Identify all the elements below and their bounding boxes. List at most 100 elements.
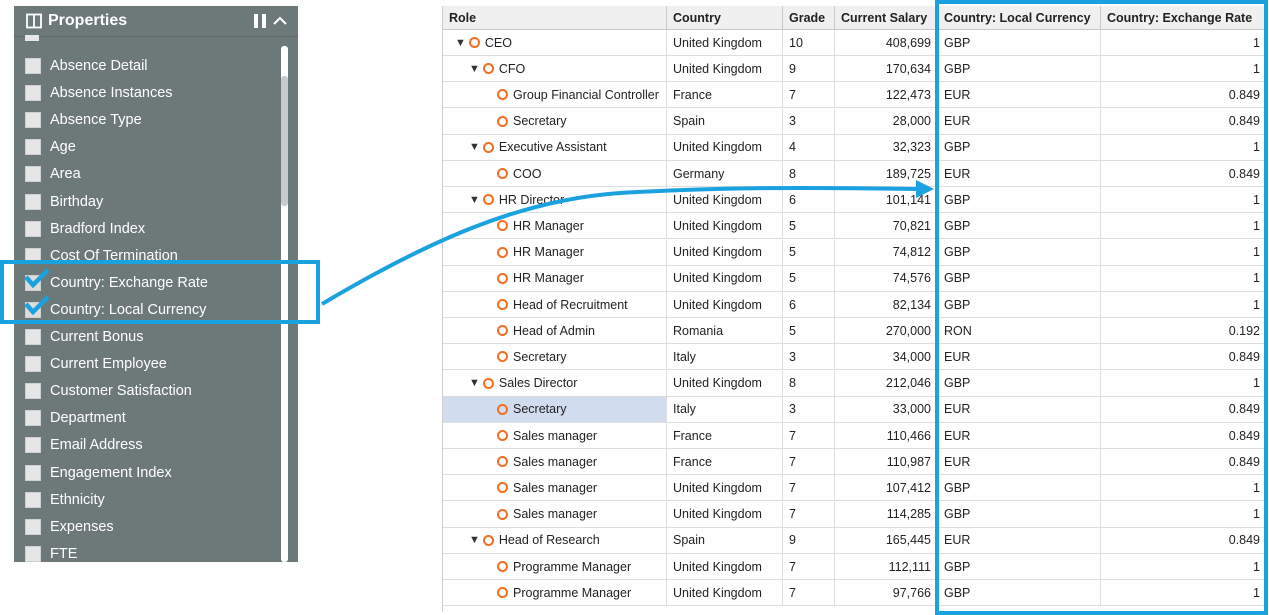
cell-role[interactable]: Sales manager <box>443 501 667 528</box>
cell-grade[interactable]: 5 <box>783 318 835 345</box>
header-exchange-rate[interactable]: Country: Exchange Rate <box>1101 6 1267 30</box>
cell-role[interactable]: Sales manager <box>443 423 667 449</box>
cell-grade[interactable]: 5 <box>783 265 835 292</box>
cell-currency[interactable]: GBP <box>938 501 1101 528</box>
cell-country[interactable]: Romania <box>667 318 783 345</box>
cell-country[interactable]: United Kingdom <box>667 265 783 292</box>
cell-country[interactable]: Germany <box>667 161 783 187</box>
cell-country[interactable]: United Kingdom <box>667 30 783 56</box>
cell-rate[interactable]: 0.849 <box>1101 82 1267 109</box>
cell-currency[interactable]: EUR <box>938 82 1101 109</box>
header-local-currency[interactable]: Country: Local Currency <box>938 6 1101 30</box>
cell-currency[interactable]: EUR <box>938 108 1101 135</box>
property-checkbox[interactable] <box>25 545 41 562</box>
cell-grade[interactable]: 7 <box>783 475 835 502</box>
cell-country[interactable]: France <box>667 82 783 109</box>
cell-grade[interactable]: 6 <box>783 187 835 214</box>
cell-country[interactable]: United Kingdom <box>667 475 783 502</box>
header-role[interactable]: Role <box>443 6 667 30</box>
cell-salary[interactable]: 270,000 <box>835 318 938 345</box>
cell-rate[interactable]: 0.849 <box>1101 527 1267 554</box>
property-checkbox[interactable] <box>25 329 41 345</box>
cell-salary[interactable]: 170,634 <box>835 56 938 83</box>
cell-role[interactable]: Secretary <box>443 396 667 423</box>
property-checkbox[interactable] <box>25 437 41 454</box>
cell-rate[interactable]: 1 <box>1101 213 1267 240</box>
cell-currency[interactable]: EUR <box>938 423 1101 449</box>
cell-country[interactable]: Italy <box>667 396 783 423</box>
property-item[interactable]: Absence Type <box>25 108 142 132</box>
cell-rate[interactable]: 1 <box>1101 370 1267 397</box>
cell-rate[interactable]: 0.849 <box>1101 396 1267 423</box>
cell-grade[interactable]: 9 <box>783 527 835 554</box>
cell-currency[interactable]: GBP <box>938 475 1101 502</box>
cell-currency[interactable]: GBP <box>938 239 1101 266</box>
cell-role[interactable]: Group Financial Controller <box>443 82 667 109</box>
cell-salary[interactable]: 114,285 <box>835 501 938 528</box>
cell-salary[interactable]: 212,046 <box>835 370 938 397</box>
cell-role[interactable]: HR Manager <box>443 239 667 266</box>
triangle-down-icon[interactable]: ▼ <box>469 141 480 153</box>
cell-salary[interactable]: 97,766 <box>835 580 938 607</box>
cell-salary[interactable]: 122,473 <box>835 82 938 109</box>
property-item[interactable]: Current Bonus <box>25 325 144 349</box>
property-checkbox[interactable] <box>25 410 41 427</box>
triangle-down-icon[interactable]: ▼ <box>469 377 480 389</box>
property-item[interactable]: Area <box>25 162 81 186</box>
cell-salary[interactable]: 110,466 <box>835 423 938 449</box>
cell-role[interactable]: COO <box>443 161 667 187</box>
cell-rate[interactable]: 1 <box>1101 265 1267 292</box>
cell-role[interactable]: Sales manager <box>443 449 667 476</box>
cell-currency[interactable]: GBP <box>938 187 1101 214</box>
property-item[interactable]: Cost Of Termination <box>25 244 178 268</box>
cell-currency[interactable]: GBP <box>938 370 1101 397</box>
cell-salary[interactable]: 34,000 <box>835 344 938 371</box>
cell-currency[interactable]: RON <box>938 318 1101 345</box>
cell-role[interactable]: ▼ Head of Research <box>443 527 667 554</box>
cell-rate[interactable]: 1 <box>1101 554 1267 580</box>
cell-rate[interactable]: 0.849 <box>1101 108 1267 135</box>
cell-rate[interactable]: 1 <box>1101 187 1267 214</box>
property-checkbox[interactable] <box>25 383 41 400</box>
triangle-down-icon[interactable]: ▼ <box>469 534 480 546</box>
property-item[interactable]: Age <box>25 135 76 159</box>
cell-role[interactable]: Secretary <box>443 344 667 371</box>
property-item[interactable]: Country: Exchange Rate <box>24 268 208 295</box>
cell-role[interactable]: ▼ HR Director <box>443 187 667 214</box>
cell-salary[interactable]: 32,323 <box>835 134 938 161</box>
property-checkbox[interactable] <box>25 518 41 535</box>
cell-salary[interactable]: 110,987 <box>835 449 938 476</box>
cell-role[interactable]: ▼ Executive Assistant <box>443 134 667 161</box>
cell-rate[interactable]: 1 <box>1101 580 1267 607</box>
cell-currency[interactable]: GBP <box>938 580 1101 607</box>
cell-currency[interactable]: GBP <box>938 134 1101 161</box>
cell-role[interactable]: Programme Manager <box>443 580 667 607</box>
pause-icon[interactable] <box>254 14 266 28</box>
cell-grade[interactable]: 7 <box>783 423 835 449</box>
cell-country[interactable]: United Kingdom <box>667 239 783 266</box>
cell-role[interactable]: HR Manager <box>443 265 667 292</box>
cell-role[interactable]: Head of Admin <box>443 318 667 345</box>
cell-grade[interactable]: 7 <box>783 82 835 109</box>
property-item[interactable]: Bradford Index <box>25 217 145 241</box>
cell-currency[interactable]: GBP <box>938 554 1101 580</box>
cell-currency[interactable]: GBP <box>938 30 1101 56</box>
cell-currency[interactable]: GBP <box>938 213 1101 240</box>
chevron-up-icon[interactable] <box>272 13 288 29</box>
cell-grade[interactable]: 5 <box>783 239 835 266</box>
property-checkbox[interactable] <box>25 220 41 237</box>
property-list[interactable]: Absence Detail Absence Instances Absence T… <box>14 35 298 562</box>
cell-currency[interactable]: EUR <box>938 527 1101 554</box>
cell-rate[interactable]: 1 <box>1101 239 1267 266</box>
property-checkbox[interactable] <box>25 112 41 129</box>
cell-salary[interactable]: 101,141 <box>835 187 938 214</box>
cell-salary[interactable]: 408,699 <box>835 30 938 56</box>
cell-country[interactable]: United Kingdom <box>667 292 783 318</box>
cell-country[interactable]: France <box>667 423 783 449</box>
cell-rate[interactable]: 1 <box>1101 292 1267 318</box>
property-item[interactable]: Expenses <box>25 515 114 539</box>
property-checkbox[interactable] <box>24 268 50 291</box>
cell-role[interactable]: ▼ CEO <box>443 30 667 56</box>
property-item[interactable]: Email Address <box>25 433 143 457</box>
triangle-down-icon[interactable]: ▼ <box>469 63 480 75</box>
